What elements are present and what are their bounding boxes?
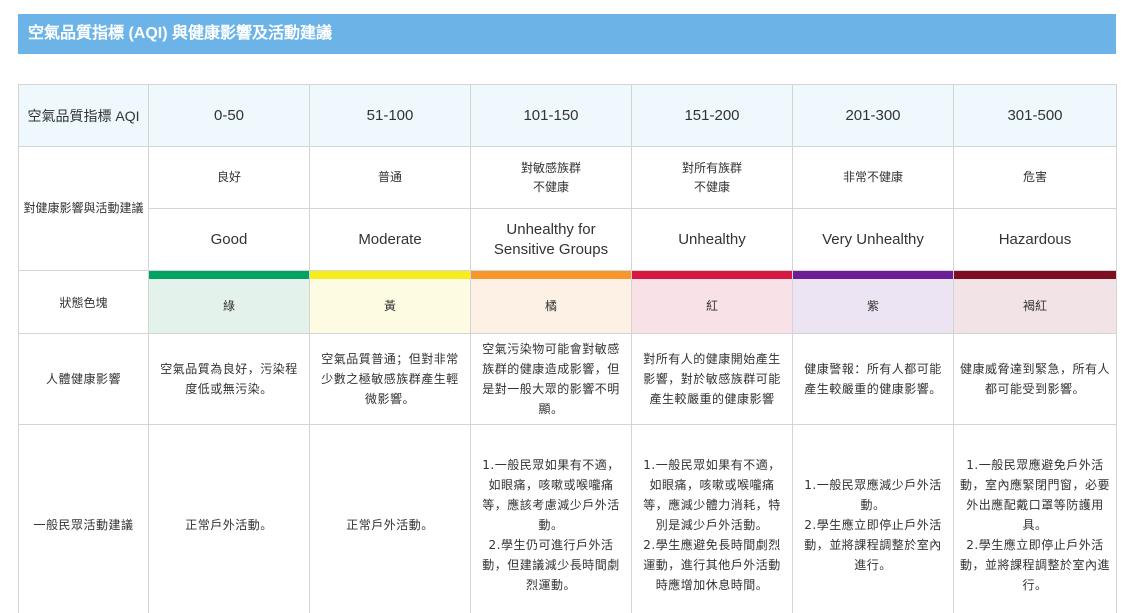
health-zh-row: 對健康影響與活動建議 良好 普通 對敏感族群 不健康 對所有族群 不健康 非常不健康 危害 xyxy=(18,146,1117,271)
color-stripe xyxy=(471,271,631,279)
aqi-range-row: 空氣品質指標 AQI 0-50 51-100 101-150 151-200 201-3… xyxy=(18,84,1117,147)
human-effect-cell: 空氣污染物可能會對敏感族群的健康造成影響，但是對一般大眾的影響不明顯。 xyxy=(470,333,632,425)
color-block-label: 狀態色塊 xyxy=(18,270,149,334)
color-chip: 紫 xyxy=(793,279,953,333)
color-chip: 紅 xyxy=(632,279,792,333)
aqi-table: 空氣品質指標 AQI 0-50 51-100 101-150 151-200 201-3… xyxy=(18,84,1117,613)
aqi-range-cell: 301-500 xyxy=(953,84,1117,147)
human-effect-row: 人體健康影響 空氣品質為良好，污染程度低或無污染。 空氣品質普通；但對非常少數之極… xyxy=(18,333,1117,425)
health-level-en: Good xyxy=(148,208,310,271)
color-block-cell: 黃 xyxy=(309,270,471,334)
public-activity-cell: 正常戶外活動。 xyxy=(148,424,310,613)
human-effect-cell: 對所有人的健康開始產生影響，對於敏感族群可能產生較嚴重的健康影響 xyxy=(631,333,793,425)
health-en-row: Good Moderate Unhealthy for Sensitive Grou… xyxy=(19,208,1117,271)
public-activity-cell: 1.一般民眾應避免戶外活動，室內應緊閉門窗，必要外出應配戴口罩等防護用具。 2.… xyxy=(953,424,1117,613)
human-effect-cell: 健康威脅達到緊急，所有人都可能受到影響。 xyxy=(953,333,1117,425)
aqi-range-cell: 151-200 xyxy=(631,84,793,147)
color-chip: 橘 xyxy=(471,279,631,333)
public-activity-label: 一般民眾活動建議 xyxy=(18,424,149,613)
color-chip: 綠 xyxy=(149,279,309,333)
health-level-zh: 非常不健康 xyxy=(792,146,954,209)
human-effect-cell: 空氣品質普通；但對非常少數之極敏感族群產生輕微影響。 xyxy=(309,333,471,425)
health-level-zh: 對所有族群 不健康 xyxy=(631,146,793,209)
public-activity-row: 一般民眾活動建議 正常戶外活動。 正常戶外活動。 1.一般民眾如果有不適，如眼痛，咳… xyxy=(18,424,1117,613)
health-level-en: Hazardous xyxy=(953,208,1117,271)
color-stripe xyxy=(793,271,953,279)
color-block-row: 狀態色塊 綠黃橘紅紫褐紅 xyxy=(18,270,1117,334)
health-level-zh: 良好 xyxy=(148,146,310,209)
color-block-cell: 綠 xyxy=(148,270,310,334)
aqi-range-cell: 0-50 xyxy=(148,84,310,147)
color-chip: 褐紅 xyxy=(954,279,1116,333)
color-stripe xyxy=(149,271,309,279)
public-activity-cell: 正常戶外活動。 xyxy=(309,424,471,613)
health-level-en: Very Unhealthy xyxy=(792,208,954,271)
aqi-range-cell: 101-150 xyxy=(470,84,632,147)
human-effect-label: 人體健康影響 xyxy=(18,333,149,425)
public-activity-cell: 1.一般民眾應減少戶外活動。 2.學生應立即停止戶外活動，並將課程調整於室內進行… xyxy=(792,424,954,613)
aqi-label: 空氣品質指標 AQI xyxy=(18,84,149,147)
color-block-cell: 紫 xyxy=(792,270,954,334)
health-advice-label: 對健康影響與活動建議 xyxy=(18,146,149,271)
color-stripe xyxy=(632,271,792,279)
health-level-zh: 危害 xyxy=(953,146,1117,209)
color-stripe xyxy=(310,271,470,279)
health-level-en: Unhealthy xyxy=(631,208,793,271)
health-level-zh: 普通 xyxy=(309,146,471,209)
public-activity-cell: 1.一般民眾如果有不適，如眼痛，咳嗽或喉嚨痛等，應該考慮減少戶外活動。 2.學生… xyxy=(470,424,632,613)
color-chip: 黃 xyxy=(310,279,470,333)
aqi-range-cell: 51-100 xyxy=(309,84,471,147)
human-effect-cell: 健康警報：所有人都可能產生較嚴重的健康影響。 xyxy=(792,333,954,425)
color-stripe xyxy=(954,271,1116,279)
health-level-en: Unhealthy for Sensitive Groups xyxy=(470,208,632,271)
health-level-en: Moderate xyxy=(309,208,471,271)
public-activity-cell: 1.一般民眾如果有不適，如眼痛，咳嗽或喉嚨痛等，應減少體力消耗，特別是減少戶外活… xyxy=(631,424,793,613)
color-block-cell: 橘 xyxy=(470,270,632,334)
aqi-range-cell: 201-300 xyxy=(792,84,954,147)
page-title: 空氣品質指標 (AQI) 與健康影響及活動建議 xyxy=(18,14,1116,54)
color-block-cell: 紅 xyxy=(631,270,793,334)
human-effect-cell: 空氣品質為良好，污染程度低或無污染。 xyxy=(148,333,310,425)
color-block-cell: 褐紅 xyxy=(953,270,1117,334)
health-level-zh: 對敏感族群 不健康 xyxy=(470,146,632,209)
